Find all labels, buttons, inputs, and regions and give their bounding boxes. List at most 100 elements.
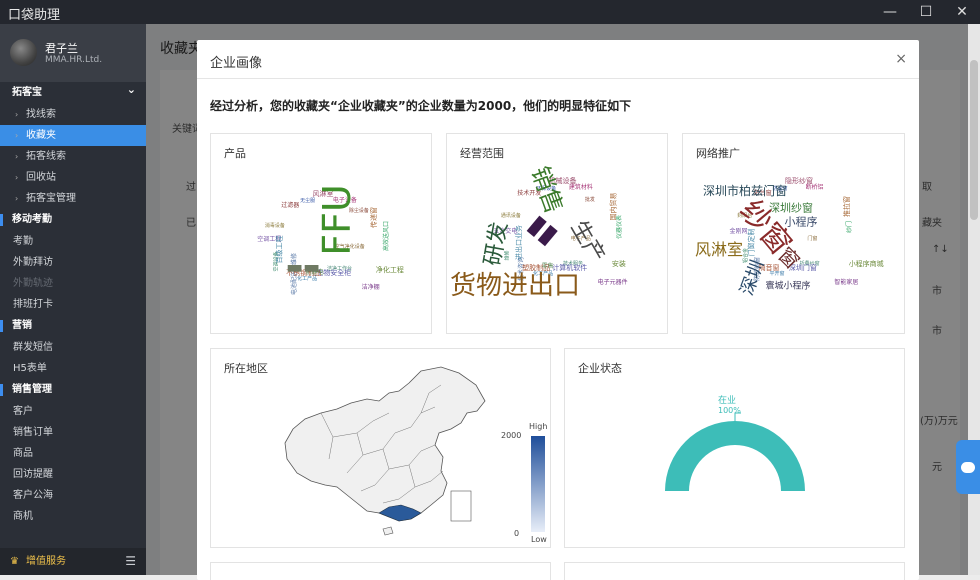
next-card-left bbox=[210, 562, 551, 580]
bullet-icon: › bbox=[15, 152, 19, 161]
wordcloud-term[interactable]: 推拉窗 bbox=[843, 196, 851, 217]
crown-icon: ♛ bbox=[10, 556, 19, 567]
wordcloud-keyword[interactable]: 寰城小程序 bbox=[765, 282, 810, 292]
wordcloud-keyword[interactable]: 销售 bbox=[526, 163, 569, 218]
wordcloud-term[interactable]: 批发 bbox=[585, 197, 595, 203]
wordcloud-term[interactable]: 过滤器 bbox=[281, 202, 299, 209]
sidebar-item-label: 排班打卡 bbox=[13, 299, 53, 310]
user-company: MMA.HR.Ltd. bbox=[45, 55, 103, 65]
status-slice-label: 在业 bbox=[718, 394, 736, 406]
south-china-sea-inset bbox=[450, 490, 472, 522]
sidebar-item-2-1[interactable]: H5表单 bbox=[0, 358, 146, 379]
product-card: 产品 空气净化设备 电池配送站维修 风淋室 洁净工作台 空调工程 传递窗 化工产品 过滤器 净化… bbox=[210, 133, 432, 334]
sidebar-item-3-5[interactable]: 商机 bbox=[0, 506, 146, 527]
user-name: 君子兰 bbox=[45, 42, 78, 55]
sidebar-item-1-0[interactable]: 考勤 bbox=[0, 231, 146, 252]
chat-button[interactable] bbox=[956, 440, 980, 494]
status-slice-active[interactable] bbox=[665, 421, 805, 491]
wordcloud-term[interactable]: 智能家居 bbox=[834, 280, 858, 286]
wordcloud-term[interactable]: 断桥铝 bbox=[805, 185, 823, 191]
sidebar-item-0-1[interactable]: › 收藏夹 bbox=[0, 125, 146, 146]
summary-text: 经过分析，您的收藏夹“企业收藏夹”的企业数量为2000，他们的明显特征如下 bbox=[210, 99, 632, 113]
sidebar-item-3-0[interactable]: 客户 bbox=[0, 401, 146, 422]
nav-section-title: 销售管理 bbox=[12, 384, 52, 395]
nav-section-3[interactable]: 销售管理 bbox=[0, 379, 146, 401]
modal-title: 企业画像 bbox=[210, 56, 263, 71]
wordcloud-keyword[interactable]: 风淋室 bbox=[695, 242, 743, 258]
sidebar-item-label: H5表单 bbox=[13, 363, 47, 374]
sidebar-item-3-2[interactable]: 商品 bbox=[0, 443, 146, 464]
sidebar-item-1-1[interactable]: 外勤拜访 bbox=[0, 252, 146, 273]
wordcloud-term[interactable]: 无尘服 bbox=[300, 199, 315, 204]
sidebar-item-0-2[interactable]: › 拓客线索 bbox=[0, 146, 146, 167]
map-country-outline bbox=[284, 366, 486, 522]
chevron-down-icon[interactable]: ⌄ bbox=[127, 79, 136, 101]
wordcloud-term[interactable]: 电子元器件 bbox=[598, 280, 628, 286]
close-icon[interactable]: ✕ bbox=[944, 0, 980, 24]
sidebar-item-3-4[interactable]: 客户公海 bbox=[0, 485, 146, 506]
wordcloud-keyword[interactable]: 小程序 bbox=[785, 217, 818, 228]
sidebar-item-label: 商机 bbox=[13, 511, 33, 522]
wordcloud-term[interactable]: 建筑材料 bbox=[569, 185, 593, 191]
china-map[interactable] bbox=[271, 363, 521, 547]
value-added-services-label: 增值服务 bbox=[26, 556, 66, 567]
wordcloud-keyword[interactable]: 深圳 bbox=[737, 257, 769, 298]
menu-icon[interactable]: ☰ bbox=[125, 548, 136, 575]
chat-icon bbox=[961, 462, 975, 473]
company-status-card: 企业状态 在业 100% bbox=[564, 348, 905, 548]
scrollbar-thumb[interactable] bbox=[970, 60, 978, 220]
business-scope-wordcloud: 电子产品 技术咨询 机械设备 技术服务 五金交电 国内贸易 化工产品 技术开发 安装 维修 建筑材料… bbox=[447, 148, 667, 334]
sidebar-item-0-0[interactable]: › 找线索 bbox=[0, 104, 146, 125]
wordcloud-term[interactable]: 通讯设备 bbox=[501, 214, 521, 219]
value-added-services-button[interactable]: ♛ 增值服务 ☰ bbox=[0, 548, 146, 575]
minimize-icon[interactable]: — bbox=[872, 0, 908, 24]
nav-section-2[interactable]: 营销 bbox=[0, 315, 146, 337]
wordcloud-term[interactable]: 传递窗 bbox=[370, 207, 378, 228]
sidebar-item-label: 销售订单 bbox=[13, 427, 53, 438]
wordcloud-term[interactable]: 平开窗 bbox=[770, 271, 785, 277]
wordcloud-keyword[interactable]: 货物进出口 bbox=[450, 273, 580, 299]
product-wordcloud: 空气净化设备 电池配送站维修 风淋室 洁净工作台 空调工程 传递窗 化工产品 过滤器 净化工程空… bbox=[211, 164, 431, 334]
wordcloud-term[interactable]: 安装 bbox=[612, 260, 626, 268]
wordcloud-term[interactable]: 百级工程 bbox=[275, 236, 283, 264]
region-card-title: 所在地区 bbox=[224, 362, 268, 375]
sidebar-item-0-4[interactable]: › 拓客宝管理 bbox=[0, 188, 146, 209]
wordcloud-term[interactable]: 洁净棚 bbox=[362, 284, 380, 291]
wordcloud-term[interactable]: 零售 bbox=[542, 264, 554, 270]
maximize-icon[interactable]: ☐ bbox=[908, 0, 944, 24]
region-card: 所在地区 High 2000 0 Low bbox=[210, 348, 551, 548]
avatar[interactable] bbox=[10, 39, 37, 66]
wordcloud-term[interactable]: 仪器仪表 bbox=[616, 215, 623, 239]
wordcloud-term[interactable]: 小程序商城 bbox=[849, 260, 884, 268]
sidebar-item-label: 回访提醒 bbox=[13, 469, 53, 480]
user-profile[interactable]: 君子兰 MMA.HR.Ltd. bbox=[0, 24, 146, 82]
wordcloud-term[interactable]: 消毒设备 bbox=[265, 224, 285, 229]
sidebar-item-label: 考勤 bbox=[13, 236, 33, 247]
wordcloud-keyword[interactable]: 深圳市柏兹门窗 bbox=[703, 185, 787, 197]
wordcloud-term[interactable]: 门窗 bbox=[807, 237, 817, 242]
sidebar-item-label: 群发短信 bbox=[13, 342, 53, 353]
sidebar-item-3-3[interactable]: 回访提醒 bbox=[0, 464, 146, 485]
sidebar-nav: 拓客宝 ⌄ › 找线索 › 收藏夹 › 拓客线索 › 回收站 › 拓客宝管理 移动考勤 考勤 外勤拜访 外勤轨… bbox=[0, 82, 146, 527]
wordcloud-keyword[interactable]: ▬▬ bbox=[286, 259, 320, 277]
wordcloud-keyword[interactable]: FFU bbox=[315, 184, 359, 256]
sidebar-item-0-3[interactable]: › 回收站 bbox=[0, 167, 146, 188]
sidebar-item-1-3[interactable]: 排班打卡 bbox=[0, 294, 146, 315]
modal-close-icon[interactable]: × bbox=[895, 51, 907, 67]
wordcloud-term[interactable]: 高效送风口 bbox=[383, 221, 390, 251]
map-legend-bar[interactable] bbox=[531, 436, 545, 532]
nav-section-1[interactable]: 移动考勤 bbox=[0, 209, 146, 231]
wordcloud-term[interactable]: 净化工程 bbox=[376, 266, 404, 274]
sidebar-item-1-2[interactable]: 外勤轨迹 bbox=[0, 273, 146, 294]
wordcloud-term[interactable]: 进出口业务 bbox=[515, 225, 523, 260]
sidebar-item-3-1[interactable]: 销售订单 bbox=[0, 422, 146, 443]
bullet-icon: › bbox=[15, 110, 19, 119]
wordcloud-keyword[interactable]: 生产 bbox=[566, 216, 610, 267]
wordcloud-term[interactable]: 纱门 bbox=[846, 221, 853, 233]
sidebar-item-label: 回收站 bbox=[26, 172, 56, 183]
nav-section-0[interactable]: 拓客宝 ⌄ bbox=[0, 82, 146, 104]
status-chart[interactable]: 在业100% bbox=[565, 375, 905, 545]
nav-section-title: 移动考勤 bbox=[12, 214, 52, 225]
sidebar-item-2-0[interactable]: 群发短信 bbox=[0, 337, 146, 358]
wordcloud-keyword[interactable]: ▮▮ bbox=[522, 209, 563, 250]
